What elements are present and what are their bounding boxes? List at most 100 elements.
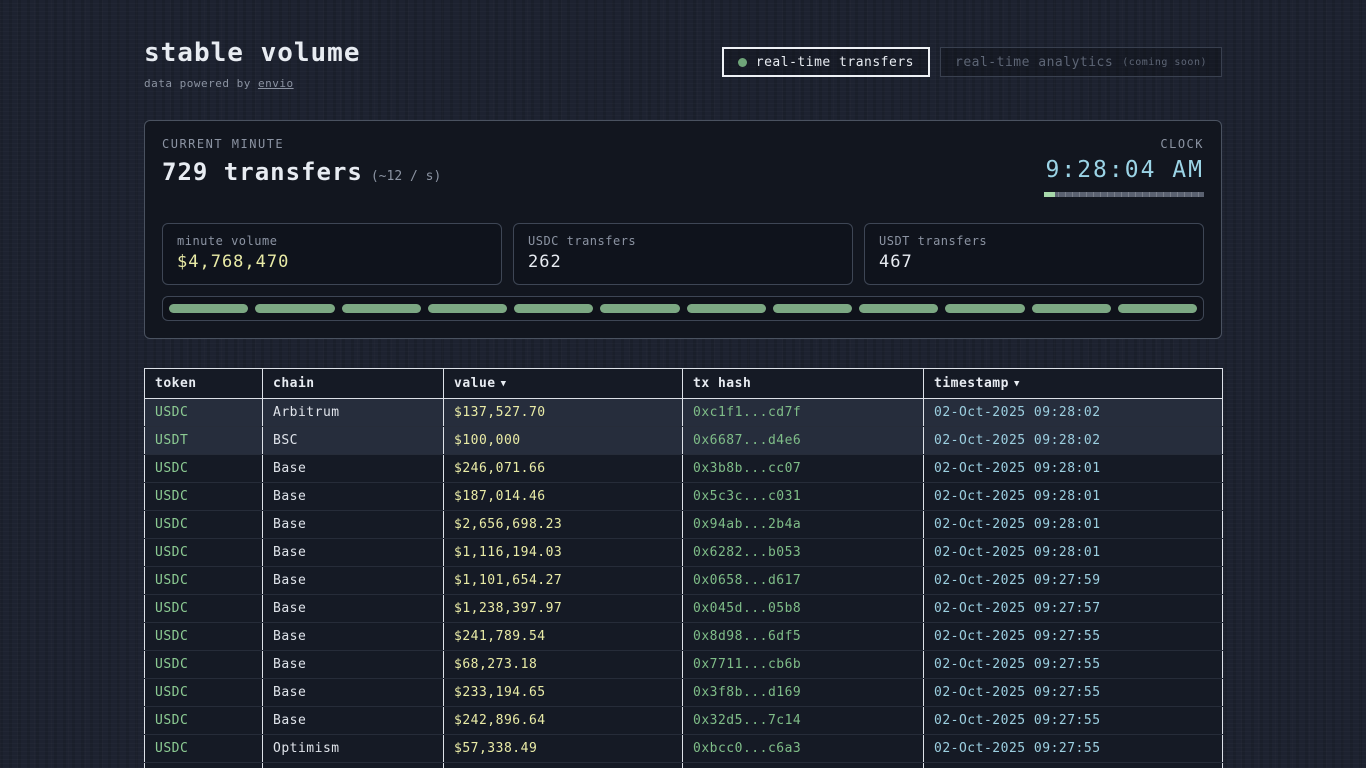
tab-label: real-time analytics [955, 55, 1113, 70]
tx-hash-link[interactable]: 0x94ab...2b4a [683, 511, 924, 539]
activity-segment [773, 304, 852, 313]
value-cell: $100,000 [444, 427, 683, 455]
stat-card-usdc-transfers: USDC transfers 262 [513, 223, 853, 285]
envio-link[interactable]: envio [258, 77, 294, 90]
chain-cell: Base [263, 623, 444, 651]
chain-cell: Optimism [263, 735, 444, 763]
table-row: USDC Arbitrum $137,527.70 0xc1f1...cd7f … [145, 399, 1223, 427]
column-header-chain: chain [263, 369, 444, 399]
tab-label: real-time transfers [756, 55, 914, 70]
timestamp-cell: 02-Oct-2025 09:28:01 [924, 511, 1223, 539]
clock-progress-track [1044, 192, 1204, 197]
chain-cell: Base [263, 455, 444, 483]
timestamp-cell: 02-Oct-2025 09:27:59 [924, 567, 1223, 595]
brand: stable volume data powered by envio [144, 38, 361, 90]
page-title: stable volume [144, 38, 361, 68]
tx-hash-link[interactable]: 0xc1f1...cd7f [683, 399, 924, 427]
tx-hash-link[interactable]: 0x6687...d4e6 [683, 427, 924, 455]
clock-progress-fill [1044, 192, 1055, 197]
transfer-rate: (~12 / s) [371, 169, 441, 184]
sort-desc-icon: ▼ [1014, 379, 1020, 389]
tx-hash-link[interactable]: 0x8d98...6df5 [683, 623, 924, 651]
timestamp-cell: 02-Oct-2025 09:27:57 [924, 595, 1223, 623]
column-header-value[interactable]: value▼ [444, 369, 683, 399]
value-cell: $246,071.66 [444, 455, 683, 483]
tx-hash-link[interactable]: 0xbcc0...c6a3 [683, 735, 924, 763]
table-row: USDC Base $1,238,397.97 0x045d...05b8 02… [145, 595, 1223, 623]
chain-cell: Arbitrum [263, 399, 444, 427]
stat-card-usdt-transfers: USDT transfers 467 [864, 223, 1204, 285]
chain-cell: Base [263, 567, 444, 595]
tab-real-time-analytics[interactable]: real-time analytics (coming soon) [940, 47, 1222, 77]
table-row: USDC Base $233,194.65 0xbf75...3661 02-O… [145, 763, 1223, 768]
stat-cards: minute volume $4,768,470 USDC transfers … [162, 223, 1204, 285]
tx-hash-link[interactable]: 0x32d5...7c14 [683, 707, 924, 735]
timestamp-cell: 02-Oct-2025 09:27:55 [924, 679, 1223, 707]
tx-hash-link[interactable]: 0x045d...05b8 [683, 595, 924, 623]
clock-label: CLOCK [1044, 137, 1204, 151]
timestamp-cell: 02-Oct-2025 09:27:55 [924, 623, 1223, 651]
page: stable volume data powered by envio real… [144, 0, 1222, 768]
column-header-timestamp[interactable]: timestamp▼ [924, 369, 1223, 399]
chain-cell: Base [263, 707, 444, 735]
chain-cell: Base [263, 483, 444, 511]
value-cell: $242,896.64 [444, 707, 683, 735]
activity-segment [1118, 304, 1197, 313]
table-row: USDC Base $242,896.64 0x32d5...7c14 02-O… [145, 707, 1223, 735]
chain-cell: Base [263, 651, 444, 679]
table-row: USDC Base $1,101,654.27 0x0658...d617 02… [145, 567, 1223, 595]
subtitle-text: data powered by [144, 77, 251, 90]
chain-cell: Base [263, 595, 444, 623]
activity-segment [600, 304, 679, 313]
transfers-table-body: USDC Arbitrum $137,527.70 0xc1f1...cd7f … [145, 399, 1223, 768]
tx-hash-link[interactable]: 0xbf75...3661 [683, 763, 924, 768]
tx-hash-link[interactable]: 0x7711...cb6b [683, 651, 924, 679]
current-minute-label: CURRENT MINUTE [162, 137, 441, 151]
token-cell: USDC [145, 679, 263, 707]
token-cell: USDC [145, 735, 263, 763]
tx-hash-link[interactable]: 0x6282...b053 [683, 539, 924, 567]
value-cell: $241,789.54 [444, 623, 683, 651]
clock-time: 9:28:04 AM [1044, 157, 1204, 183]
table-row: USDC Optimism $57,338.49 0xbcc0...c6a3 0… [145, 735, 1223, 763]
stat-value: 262 [528, 252, 838, 272]
sort-desc-icon: ▼ [501, 379, 507, 389]
topbar: stable volume data powered by envio real… [144, 0, 1222, 90]
current-minute-panel: CURRENT MINUTE 729 transfers (~12 / s) C… [144, 120, 1222, 339]
tx-hash-link[interactable]: 0x3b8b...cc07 [683, 455, 924, 483]
chain-cell: Base [263, 679, 444, 707]
activity-segment [428, 304, 507, 313]
chain-cell: Base [263, 511, 444, 539]
value-cell: $233,194.65 [444, 679, 683, 707]
token-cell: USDC [145, 595, 263, 623]
table-row: USDC Base $233,194.65 0x3f8b...d169 02-O… [145, 679, 1223, 707]
activity-segment [169, 304, 248, 313]
stat-card-minute-volume: minute volume $4,768,470 [162, 223, 502, 285]
tx-hash-link[interactable]: 0x3f8b...d169 [683, 679, 924, 707]
activity-segment [255, 304, 334, 313]
stat-label: USDT transfers [879, 234, 1189, 248]
activity-segment [687, 304, 766, 313]
token-cell: USDC [145, 651, 263, 679]
stat-label: USDC transfers [528, 234, 838, 248]
token-cell: USDC [145, 623, 263, 651]
activity-segment [514, 304, 593, 313]
value-cell: $1,238,397.97 [444, 595, 683, 623]
token-cell: USDC [145, 455, 263, 483]
token-cell: USDC [145, 763, 263, 768]
table-row: USDC Base $68,273.18 0x7711...cb6b 02-Oc… [145, 651, 1223, 679]
panel-top: CURRENT MINUTE 729 transfers (~12 / s) C… [162, 137, 1204, 197]
token-cell: USDC [145, 567, 263, 595]
tab-real-time-transfers[interactable]: real-time transfers [722, 47, 930, 77]
column-header-tx-hash: tx hash [683, 369, 924, 399]
tx-hash-link[interactable]: 0x0658...d617 [683, 567, 924, 595]
tx-hash-link[interactable]: 0x5c3c...c031 [683, 483, 924, 511]
clock-block: CLOCK 9:28:04 AM [1044, 137, 1204, 197]
view-tabs: real-time transfers real-time analytics … [722, 47, 1222, 77]
table-row: USDC Base $246,071.66 0x3b8b...cc07 02-O… [145, 455, 1223, 483]
stat-label: minute volume [177, 234, 487, 248]
table-row: USDC Base $1,116,194.03 0x6282...b053 02… [145, 539, 1223, 567]
value-cell: $57,338.49 [444, 735, 683, 763]
value-cell: $187,014.46 [444, 483, 683, 511]
transfer-count: 729 transfers [162, 158, 363, 186]
